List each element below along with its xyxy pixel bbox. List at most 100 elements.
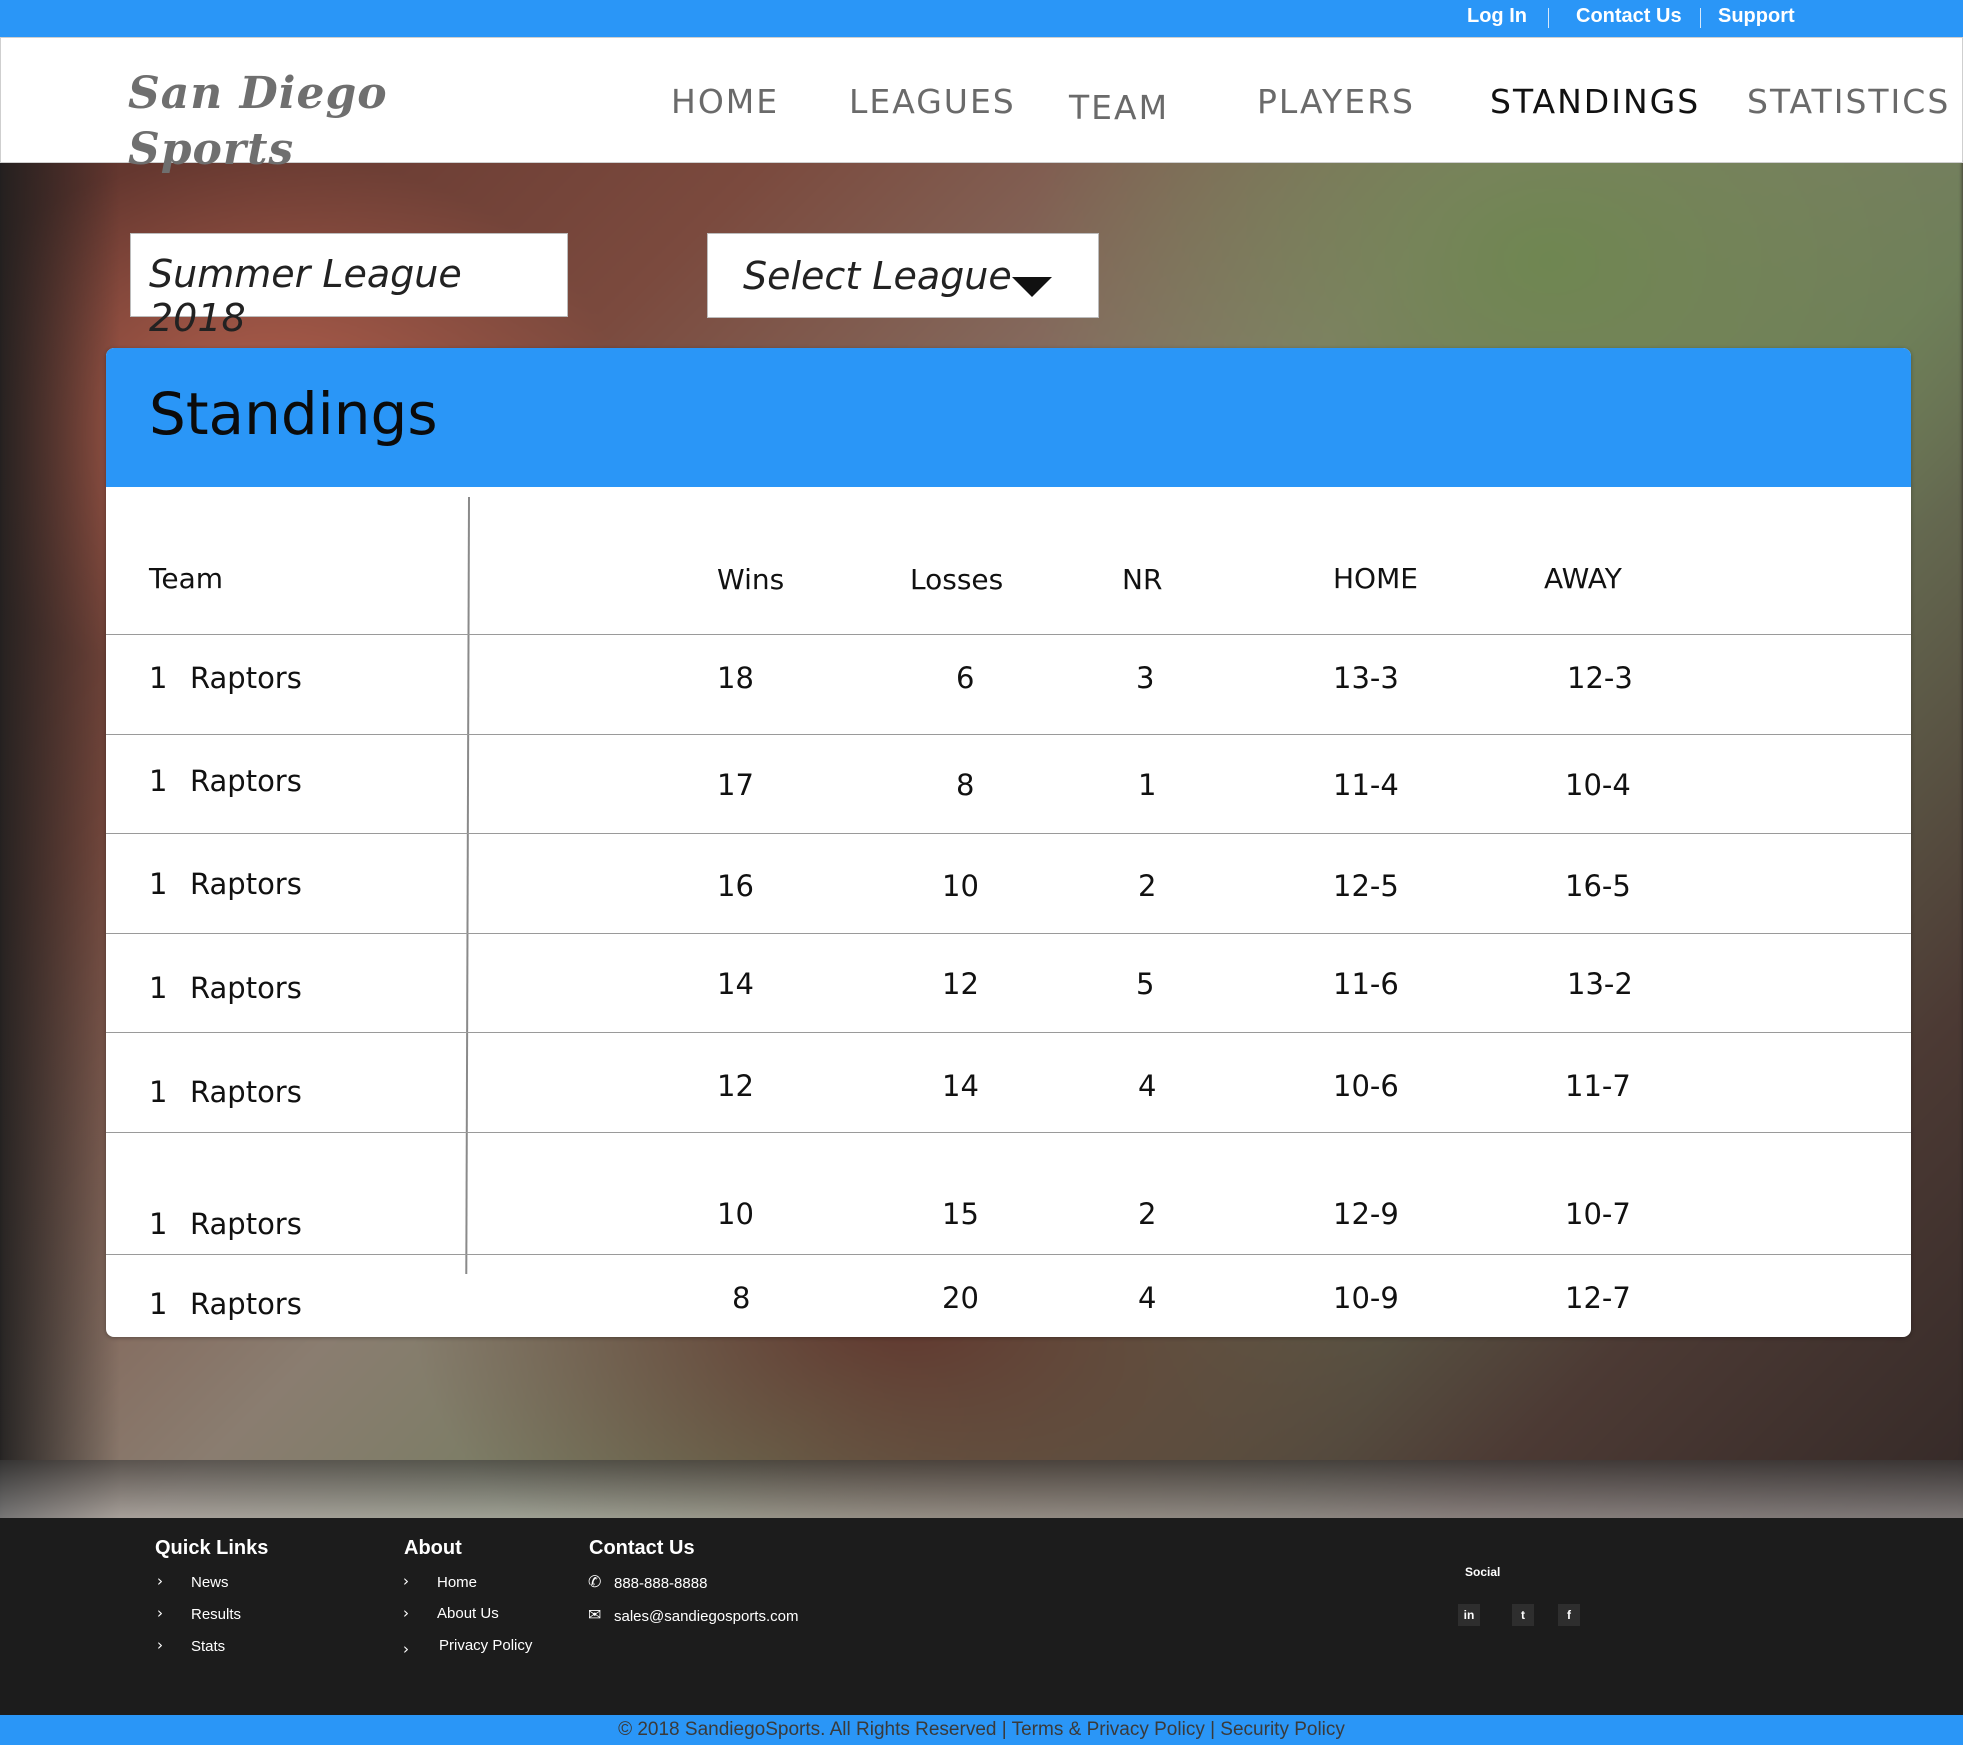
row-divider (106, 1032, 1911, 1033)
nav-standings[interactable]: STANDINGS (1490, 82, 1700, 121)
footer-link-privacy-policy[interactable]: Privacy Policy (439, 1637, 532, 1654)
row-home: 12-5 (1333, 869, 1399, 903)
copyright-bar: © 2018 SandiegoSports. All Rights Reserv… (0, 1715, 1963, 1745)
phone-icon: ✆ (588, 1572, 602, 1591)
row-divider (106, 833, 1911, 834)
standings-title: Standings (149, 380, 438, 448)
row-divider (106, 1254, 1911, 1255)
row-team: Raptors (190, 764, 302, 798)
row-wins: 14 (717, 967, 754, 1001)
row-wins: 8 (732, 1281, 751, 1315)
row-rank: 1 (149, 971, 168, 1005)
col-team: Team (149, 562, 224, 595)
chevron-down-icon (1012, 277, 1052, 297)
row-home: 12-9 (1333, 1197, 1399, 1231)
footer-link-news[interactable]: News (191, 1574, 229, 1591)
row-away: 10-4 (1565, 768, 1631, 802)
row-rank: 1 (149, 764, 168, 798)
footer-link-stats[interactable]: Stats (191, 1638, 225, 1655)
quick-links-heading: Quick Links (155, 1537, 269, 1559)
nav-home[interactable]: HOME (671, 82, 779, 121)
row-rank: 1 (149, 867, 168, 901)
row-away: 16-5 (1565, 869, 1631, 903)
site-footer (0, 1518, 1963, 1715)
standings-header: Standings (106, 348, 1911, 487)
row-losses: 20 (942, 1281, 979, 1315)
contact-phone[interactable]: 888-888-8888 (614, 1575, 707, 1592)
logo-line-2: Sports (128, 124, 295, 175)
support-link[interactable]: Support (1718, 5, 1795, 28)
chevron-right-icon: › (157, 1636, 163, 1654)
row-nr: 3 (1136, 661, 1155, 695)
row-away: 11-7 (1565, 1069, 1631, 1103)
row-divider (106, 634, 1911, 635)
contact-email[interactable]: sales@sandiegosports.com (614, 1608, 798, 1625)
standings-card: Standings Team Wins Losses NR HOME AWAY … (106, 348, 1911, 1337)
row-rank: 1 (149, 661, 168, 695)
row-wins: 17 (717, 768, 754, 802)
row-team: Raptors (190, 1287, 302, 1321)
divider (1700, 8, 1701, 28)
row-nr: 1 (1138, 768, 1157, 802)
col-nr: NR (1122, 563, 1163, 596)
social-heading: Social (1465, 1565, 1501, 1579)
site-logo[interactable]: San Diego Sports (128, 66, 418, 178)
row-away: 10-7 (1565, 1197, 1631, 1231)
copyright-text: © 2018 SandiegoSports. All Rights Reserv… (618, 1719, 1345, 1740)
row-wins: 12 (717, 1069, 754, 1103)
row-divider (106, 1132, 1911, 1133)
divider (1548, 8, 1549, 28)
row-team: Raptors (190, 971, 302, 1005)
footer-link-about-us[interactable]: About Us (437, 1605, 499, 1622)
row-rank: 1 (149, 1207, 168, 1241)
nav-statistics[interactable]: STATISTICS (1747, 82, 1950, 121)
chevron-right-icon: › (403, 1604, 409, 1622)
nav-players[interactable]: PLAYERS (1257, 82, 1415, 121)
facebook-icon[interactable]: f (1558, 1604, 1580, 1626)
row-away: 12-7 (1565, 1281, 1631, 1315)
about-heading: About (404, 1537, 462, 1559)
col-wins: Wins (717, 563, 785, 596)
row-wins: 16 (717, 869, 754, 903)
contact-us-link[interactable]: Contact Us (1576, 5, 1682, 28)
row-rank: 1 (149, 1075, 168, 1109)
league-select[interactable]: Select League (707, 233, 1099, 318)
league-select-value: Select League (743, 254, 1012, 298)
row-losses: 14 (942, 1069, 979, 1103)
row-losses: 12 (942, 967, 979, 1001)
row-away: 13-2 (1567, 967, 1633, 1001)
nav-team[interactable]: TEAM (1069, 88, 1169, 127)
row-home: 13-3 (1333, 661, 1399, 695)
mail-icon: ✉ (588, 1605, 602, 1624)
row-wins: 10 (717, 1197, 754, 1231)
row-nr: 2 (1138, 1197, 1157, 1231)
row-team: Raptors (190, 1207, 302, 1241)
chevron-right-icon: › (157, 1572, 163, 1590)
row-team: Raptors (190, 867, 302, 901)
chevron-right-icon: › (403, 1640, 409, 1658)
twitter-icon[interactable]: t (1512, 1604, 1534, 1626)
row-home: 11-6 (1333, 967, 1399, 1001)
nav-leagues[interactable]: LEAGUES (849, 82, 1016, 121)
row-home: 10-9 (1333, 1281, 1399, 1315)
row-losses: 8 (956, 768, 975, 802)
row-team: Raptors (190, 1075, 302, 1109)
row-divider (106, 933, 1911, 934)
footer-link-home[interactable]: Home (437, 1574, 477, 1591)
row-home: 10-6 (1333, 1069, 1399, 1103)
row-nr: 5 (1136, 967, 1155, 1001)
col-losses: Losses (910, 563, 1004, 596)
column-divider (465, 497, 470, 1275)
row-nr: 2 (1138, 869, 1157, 903)
row-away: 12-3 (1567, 661, 1633, 695)
row-nr: 4 (1138, 1281, 1157, 1315)
background-band (0, 1460, 1963, 1520)
row-losses: 6 (956, 661, 975, 695)
chevron-right-icon: › (157, 1604, 163, 1622)
row-nr: 4 (1138, 1069, 1157, 1103)
login-link[interactable]: Log In (1467, 5, 1527, 28)
season-label-box: Summer League 2018 (130, 233, 568, 340)
col-away: AWAY (1544, 562, 1622, 595)
linkedin-icon[interactable]: in (1458, 1604, 1480, 1626)
footer-link-results[interactable]: Results (191, 1606, 241, 1623)
